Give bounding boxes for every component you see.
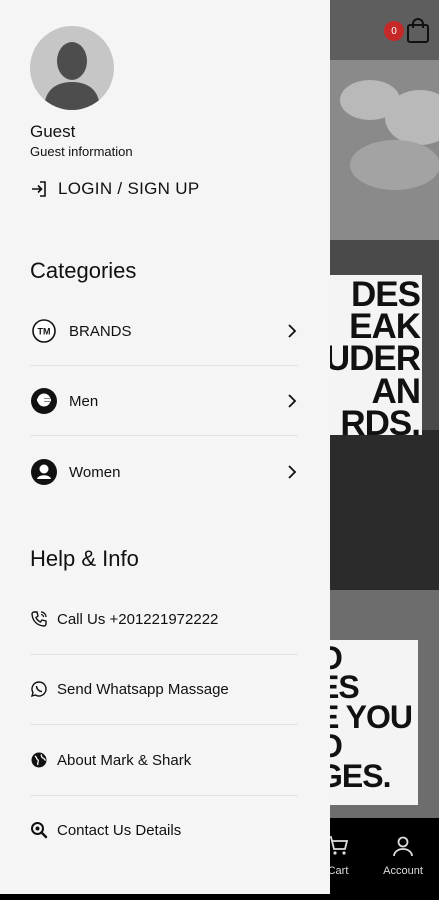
help-label: About Mark & Shark [57,751,192,769]
categories-heading: Categories [30,258,137,283]
chevron-right-icon [288,465,297,479]
men-icon [31,388,57,414]
svg-text:TM: TM [38,327,51,337]
category-item-brands[interactable]: TM BRANDS [30,296,298,366]
background-photo-dark [330,430,439,590]
help-item-whatsapp[interactable]: Send Whatsapp Massage [30,654,298,724]
background-poster-top: DES EAK UDER AN RDS. [318,275,422,435]
category-label: Women [69,463,121,481]
help-label: Contact Us Details [57,821,182,839]
login-arrow-icon [32,181,46,197]
whatsapp-icon [30,681,47,698]
phone-icon [31,611,47,627]
account-icon [393,836,413,857]
search-details-icon [31,822,48,839]
shopping-bag-icon [407,18,429,43]
user-info-subtitle: Guest information [30,144,133,159]
category-label: BRANDS [69,322,132,340]
login-signup-button[interactable]: LOGIN / SIGN UP [30,178,199,200]
nav-account-label: Account [383,865,423,877]
category-item-women[interactable]: Women [30,437,298,507]
divider [30,435,298,436]
women-icon [31,459,57,485]
background-poster-bottom: O ES E YOU O GES. [318,640,418,805]
background-photo-sky [330,60,439,240]
user-silhouette-icon [44,42,100,110]
login-signup-label: LOGIN / SIGN UP [58,179,200,198]
category-label: Men [69,392,99,410]
trademark-icon: TM [32,319,56,343]
nav-account-tab[interactable]: Account [368,834,438,877]
system-navigation-bar [0,894,439,900]
chevron-right-icon [288,394,297,408]
user-name: Guest [30,122,76,141]
cart-count-badge: 0 [384,21,404,41]
help-label: Send Whatsapp Massage [57,680,229,698]
chevron-right-icon [288,324,297,338]
avatar [30,26,114,110]
help-info-heading: Help & Info [30,546,139,571]
globe-icon [31,752,47,768]
help-item-call[interactable]: Call Us +201221972222 [30,584,298,654]
help-label: Call Us +201221972222 [57,610,219,628]
help-item-contact[interactable]: Contact Us Details [30,795,298,865]
side-drawer: Guest Guest information LOGIN / SIGN UP … [0,0,330,894]
help-item-about[interactable]: About Mark & Shark [30,725,298,795]
category-item-men[interactable]: Men [30,366,298,436]
